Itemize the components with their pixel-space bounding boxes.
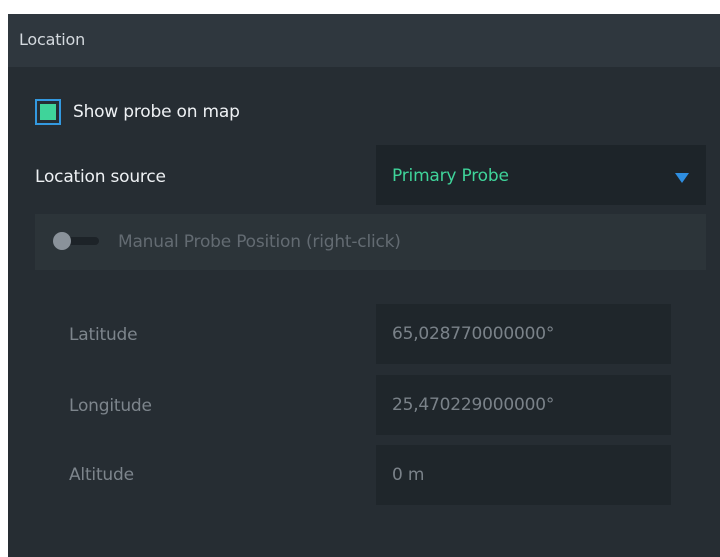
manual-position-label: Manual Probe Position (right-click)	[118, 232, 401, 252]
panel-header: Location	[8, 14, 720, 67]
location-source-dropdown[interactable]: Primary Probe	[376, 145, 706, 205]
manual-position-row[interactable]: Manual Probe Position (right-click)	[35, 214, 706, 270]
altitude-field[interactable]: 0 m	[376, 445, 671, 505]
latitude-label: Latitude	[69, 325, 138, 345]
latitude-value: 65,028770000000°	[392, 324, 555, 344]
longitude-field[interactable]: 25,470229000000°	[376, 375, 671, 435]
manual-position-toggle-knob[interactable]	[53, 232, 71, 250]
altitude-label: Altitude	[69, 465, 134, 485]
location-source-value: Primary Probe	[392, 166, 509, 186]
location-source-label: Location source	[35, 167, 166, 187]
triangle-down-icon	[675, 173, 689, 183]
longitude-label: Longitude	[69, 396, 152, 416]
longitude-value: 25,470229000000°	[392, 395, 555, 415]
altitude-value: 0 m	[392, 465, 425, 485]
show-probe-label[interactable]: Show probe on map	[73, 102, 240, 122]
show-probe-checkbox[interactable]	[35, 99, 61, 125]
checkbox-checked-indicator	[40, 104, 56, 120]
show-probe-checkbox-row[interactable]: Show probe on map	[35, 97, 240, 127]
panel-title: Location	[19, 30, 86, 49]
location-panel: Location Show probe on map Location sour…	[8, 14, 720, 557]
latitude-field[interactable]: 65,028770000000°	[376, 304, 671, 364]
